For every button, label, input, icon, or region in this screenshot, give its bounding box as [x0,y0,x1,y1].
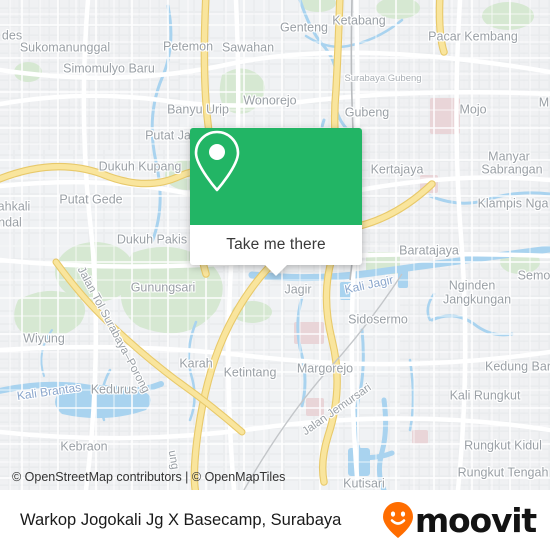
popup-image-area [190,128,362,225]
map-pin-icon [194,130,240,192]
moovit-smiley-pin-icon [382,502,413,538]
location-popup-card[interactable]: Take me there [190,128,362,276]
location-title: Warkop Jogokali Jg X Basecamp, Surabaya [20,510,342,529]
map-canvas[interactable]: des Sukomanunggal Simomulyo Baru Petemon Saw… [0,0,550,490]
moovit-wordmark: moovit [414,500,537,540]
take-me-there-label: Take me there [226,236,326,253]
take-me-there-button[interactable]: Take me there [190,225,362,265]
moovit-logo[interactable]: moovit [382,500,537,540]
map-attribution[interactable]: © OpenStreetMap contributors | © OpenMap… [12,470,285,484]
popup-pointer [264,264,288,276]
map-screenshot: des Sukomanunggal Simomulyo Baru Petemon Saw… [0,0,550,550]
footer-bar: Warkop Jogokali Jg X Basecamp, Surabaya … [0,490,550,550]
